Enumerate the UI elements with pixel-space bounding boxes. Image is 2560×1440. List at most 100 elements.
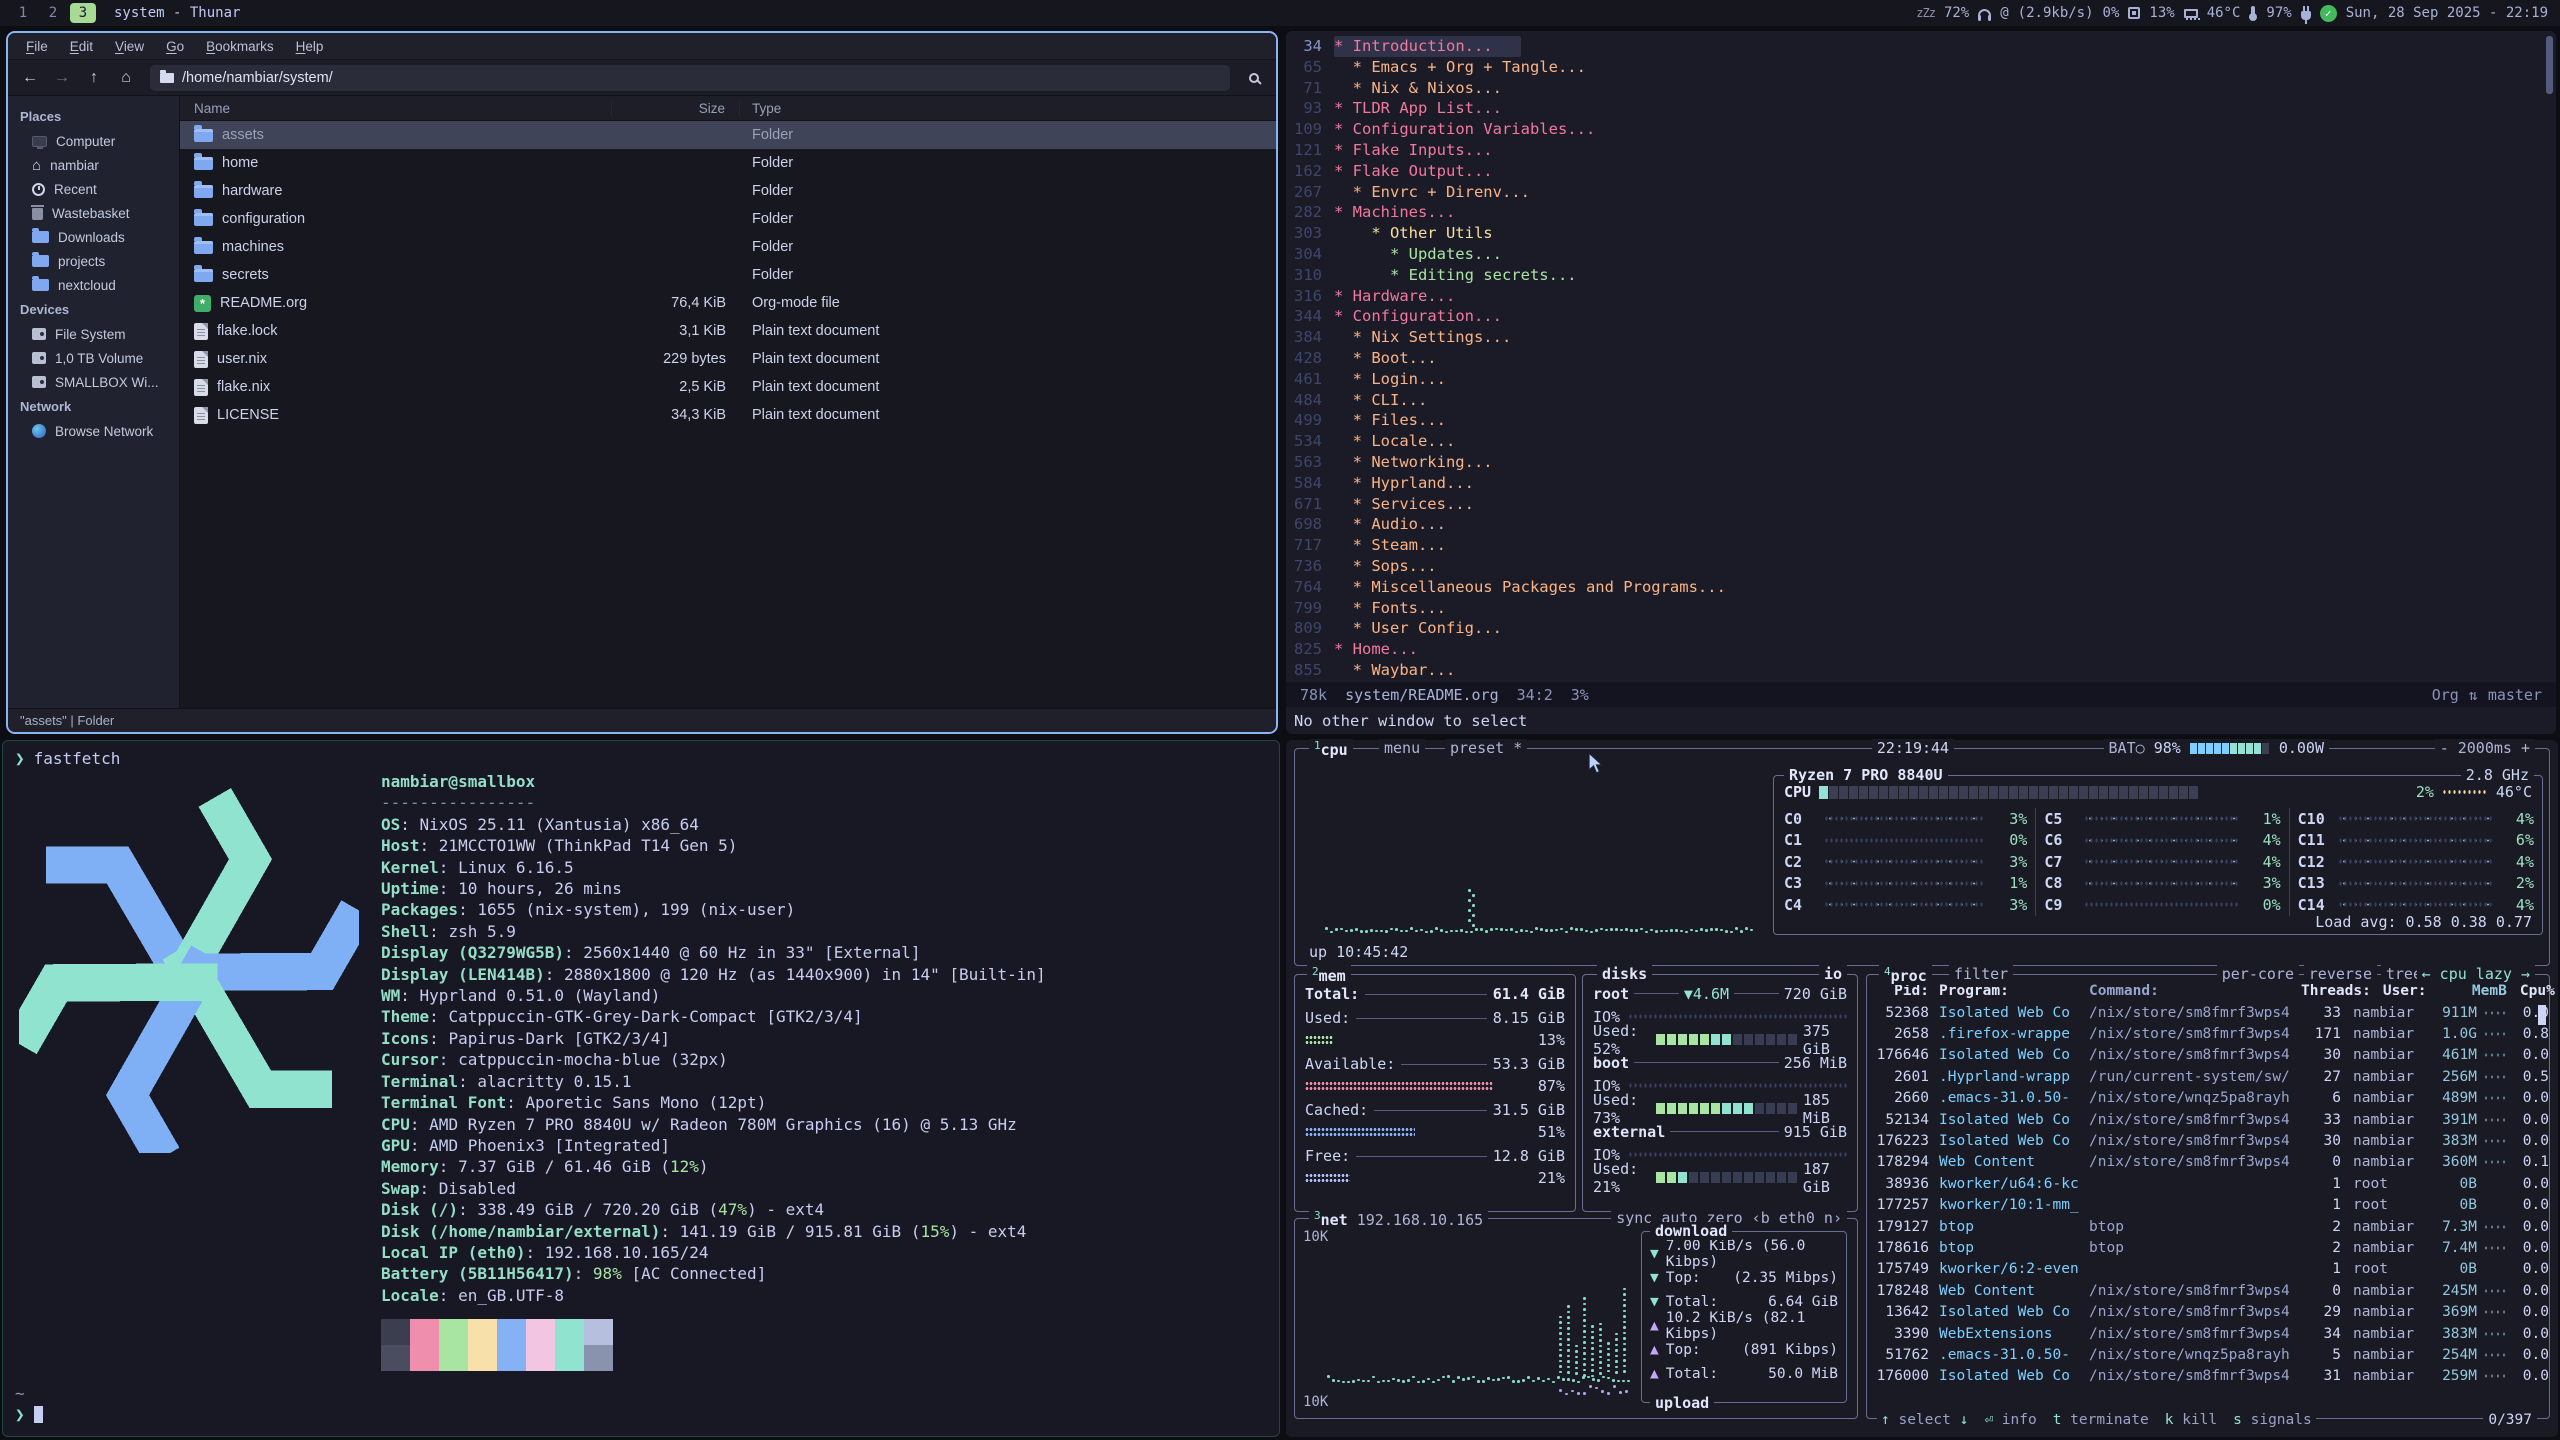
process-row[interactable]: 52368Isolated Web Co/nix/store/sm8fmrf3w… [1867, 1002, 2549, 1023]
tab-mem[interactable]: 2mem [1307, 965, 1351, 985]
org-line[interactable]: 855* Waybar... [1286, 660, 2542, 681]
forward-button[interactable]: → [48, 65, 76, 91]
org-line[interactable]: 267* Envrc + Direnv... [1286, 182, 2542, 203]
sidebar-item-projects[interactable]: projects [8, 249, 179, 273]
org-line[interactable]: 34* Introduction... [1286, 36, 2542, 57]
path-bar[interactable]: /home/nambiar/system/ [150, 65, 1230, 91]
org-line[interactable]: 698* Audio... [1286, 514, 2542, 535]
sidebar-item-1-0-tb-volume[interactable]: 1,0 TB Volume [8, 346, 179, 370]
sidebar-item-downloads[interactable]: Downloads [8, 225, 179, 249]
process-row[interactable]: 178294Web Content/nix/store/sm8fmrf3wps4… [1867, 1152, 2549, 1173]
org-line[interactable]: 344* Configuration... [1286, 306, 2542, 327]
process-row[interactable]: 3390WebExtensions/nix/store/sm8fmrf3wps4… [1867, 1323, 2549, 1344]
process-row[interactable]: 51762.emacs-31.0.50-/nix/store/wnqz5pa8r… [1867, 1344, 2549, 1365]
sidebar-item-computer[interactable]: Computer [8, 129, 179, 153]
process-row[interactable]: 176223Isolated Web Co/nix/store/sm8fmrf3… [1867, 1130, 2549, 1151]
footer-action-info[interactable]: ⏎ info [1984, 1412, 2036, 1428]
filter-button[interactable]: filter [1949, 965, 2013, 983]
menu-file[interactable]: File [16, 36, 58, 57]
tab-cpu[interactable]: 1cpu [1309, 739, 1353, 759]
file-row-secrets[interactable]: secretsFolder [180, 261, 1276, 289]
option-reverse[interactable]: reverse [2304, 965, 2377, 983]
org-line[interactable]: 809* User Config... [1286, 618, 2542, 639]
org-line[interactable]: 310* Editing secrets... [1286, 265, 2542, 286]
org-line[interactable]: 584* Hyprland... [1286, 473, 2542, 494]
file-row-license[interactable]: LICENSE34,3 KiBPlain text document [180, 401, 1276, 429]
org-line[interactable]: 799* Fonts... [1286, 598, 2542, 619]
col-program[interactable]: Program: [1929, 983, 2089, 999]
file-row-assets[interactable]: assetsFolder [180, 121, 1276, 149]
tab-proc[interactable]: 4proc [1879, 965, 1932, 985]
terminal-window[interactable]: ❯ fastfetch nambiar@smallbox------------… [2, 740, 1280, 1437]
org-line[interactable]: 717* Steam... [1286, 535, 2542, 556]
org-line[interactable]: 428* Boot... [1286, 348, 2542, 369]
tab-net[interactable]: 3net 192.168.10.165 [1309, 1209, 1488, 1229]
org-line[interactable]: 162* Flake Output... [1286, 161, 2542, 182]
footer-action-signals[interactable]: s signals [2233, 1412, 2312, 1428]
org-line[interactable]: 304* Updates... [1286, 244, 2542, 265]
sidebar-item-file-system[interactable]: File System [8, 322, 179, 346]
menu-help[interactable]: Help [286, 36, 334, 57]
option-per-core[interactable]: per-core [2217, 965, 2299, 983]
org-line[interactable]: 825* Home... [1286, 639, 2542, 660]
process-row[interactable]: 38936kworker/u64:6-kc1root0B0.0 [1867, 1173, 2549, 1194]
column-name[interactable]: Name [180, 101, 612, 116]
up-button[interactable]: ↑ [80, 65, 108, 91]
io-toggle[interactable]: io [1819, 965, 1847, 983]
workspace-3[interactable]: 3 [70, 3, 96, 23]
org-line[interactable]: 499* Files... [1286, 410, 2542, 431]
process-row[interactable]: 2658.firefox-wrappe/nix/store/sm8fmrf3wp… [1867, 1023, 2549, 1044]
org-line[interactable]: 65* Emacs + Org + Tangle... [1286, 57, 2542, 78]
org-line[interactable]: 461* Login... [1286, 369, 2542, 390]
process-row[interactable]: 2660.emacs-31.0.50-/nix/store/wnqz5pa8ra… [1867, 1088, 2549, 1109]
process-row[interactable]: 177257kworker/10:1-mm_1root0B0.0 [1867, 1195, 2549, 1216]
org-line[interactable]: 316* Hardware... [1286, 286, 2542, 307]
update-interval[interactable]: - 2000ms + [2435, 739, 2535, 757]
org-line[interactable]: 109* Configuration Variables... [1286, 119, 2542, 140]
process-row[interactable]: 176646Isolated Web Co/nix/store/sm8fmrf3… [1867, 1045, 2549, 1066]
footer-action-kill[interactable]: k kill [2165, 1412, 2217, 1428]
proc-scrollbar-thumb[interactable] [2538, 1005, 2546, 1025]
home-button[interactable]: ⌂ [112, 65, 140, 91]
process-row[interactable]: 178616btopbtop2nambiar7.4M0.0 [1867, 1237, 2549, 1258]
sidebar-item-nextcloud[interactable]: nextcloud [8, 273, 179, 297]
proc-header[interactable]: Pid:Program:Command:Threads:User:MemBCpu… [1867, 980, 2549, 1002]
sidebar-item-browse-network[interactable]: Browse Network [8, 419, 179, 443]
org-line[interactable]: 764* Miscellaneous Packages and Programs… [1286, 577, 2542, 598]
menu-go[interactable]: Go [156, 36, 194, 57]
tab-preset[interactable]: preset * [1445, 739, 1527, 757]
org-line[interactable]: 736* Sops... [1286, 556, 2542, 577]
file-row-flake-nix[interactable]: flake.nix2,5 KiBPlain text document [180, 373, 1276, 401]
file-row-hardware[interactable]: hardwareFolder [180, 177, 1276, 205]
tab-menu[interactable]: menu [1379, 739, 1425, 757]
process-row[interactable]: 179127btopbtop2nambiar7.3M0.0 [1867, 1216, 2549, 1237]
sidebar-item-wastebasket[interactable]: Wastebasket [8, 201, 179, 225]
org-line[interactable]: 384* Nix Settings... [1286, 327, 2542, 348]
sidebar-item-recent[interactable]: Recent [8, 177, 179, 201]
process-row[interactable]: 2601.Hyprland-wrapp/run/current-system/s… [1867, 1066, 2549, 1087]
process-row[interactable]: 175749kworker/6:2-even1root0B0.0 [1867, 1259, 2549, 1280]
workspace-2[interactable]: 2 [40, 3, 66, 23]
org-line[interactable]: 71* Nix & Nixos... [1286, 78, 2542, 99]
org-line[interactable]: 484* CLI... [1286, 390, 2542, 411]
org-line[interactable]: 282* Machines... [1286, 202, 2542, 223]
file-row-flake-lock[interactable]: flake.lock3,1 KiBPlain text document [180, 317, 1276, 345]
scrollbar-thumb[interactable] [2546, 36, 2553, 94]
col-threads[interactable]: Threads: [2301, 983, 2371, 999]
column-type[interactable]: Type [740, 101, 1276, 116]
org-line[interactable]: 303* Other Utils [1286, 223, 2542, 244]
workspace-1[interactable]: 1 [10, 3, 36, 23]
col-user[interactable]: User: [2371, 983, 2455, 999]
file-row-home[interactable]: homeFolder [180, 149, 1276, 177]
org-line[interactable]: 534* Locale... [1286, 431, 2542, 452]
search-button[interactable] [1240, 65, 1268, 91]
process-row[interactable]: 178248Web Content/nix/store/sm8fmrf3wps4… [1867, 1280, 2549, 1301]
col-cpu[interactable]: Cpu% [2519, 983, 2555, 999]
column-size[interactable]: Size [612, 101, 740, 116]
col-command[interactable]: Command: [2089, 983, 2301, 999]
menu-view[interactable]: View [105, 36, 154, 57]
menu-bookmarks[interactable]: Bookmarks [196, 36, 284, 57]
process-row[interactable]: 52134Isolated Web Co/nix/store/sm8fmrf3w… [1867, 1109, 2549, 1130]
file-row-user-nix[interactable]: user.nix229 bytesPlain text document [180, 345, 1276, 373]
file-row-machines[interactable]: machinesFolder [180, 233, 1276, 261]
